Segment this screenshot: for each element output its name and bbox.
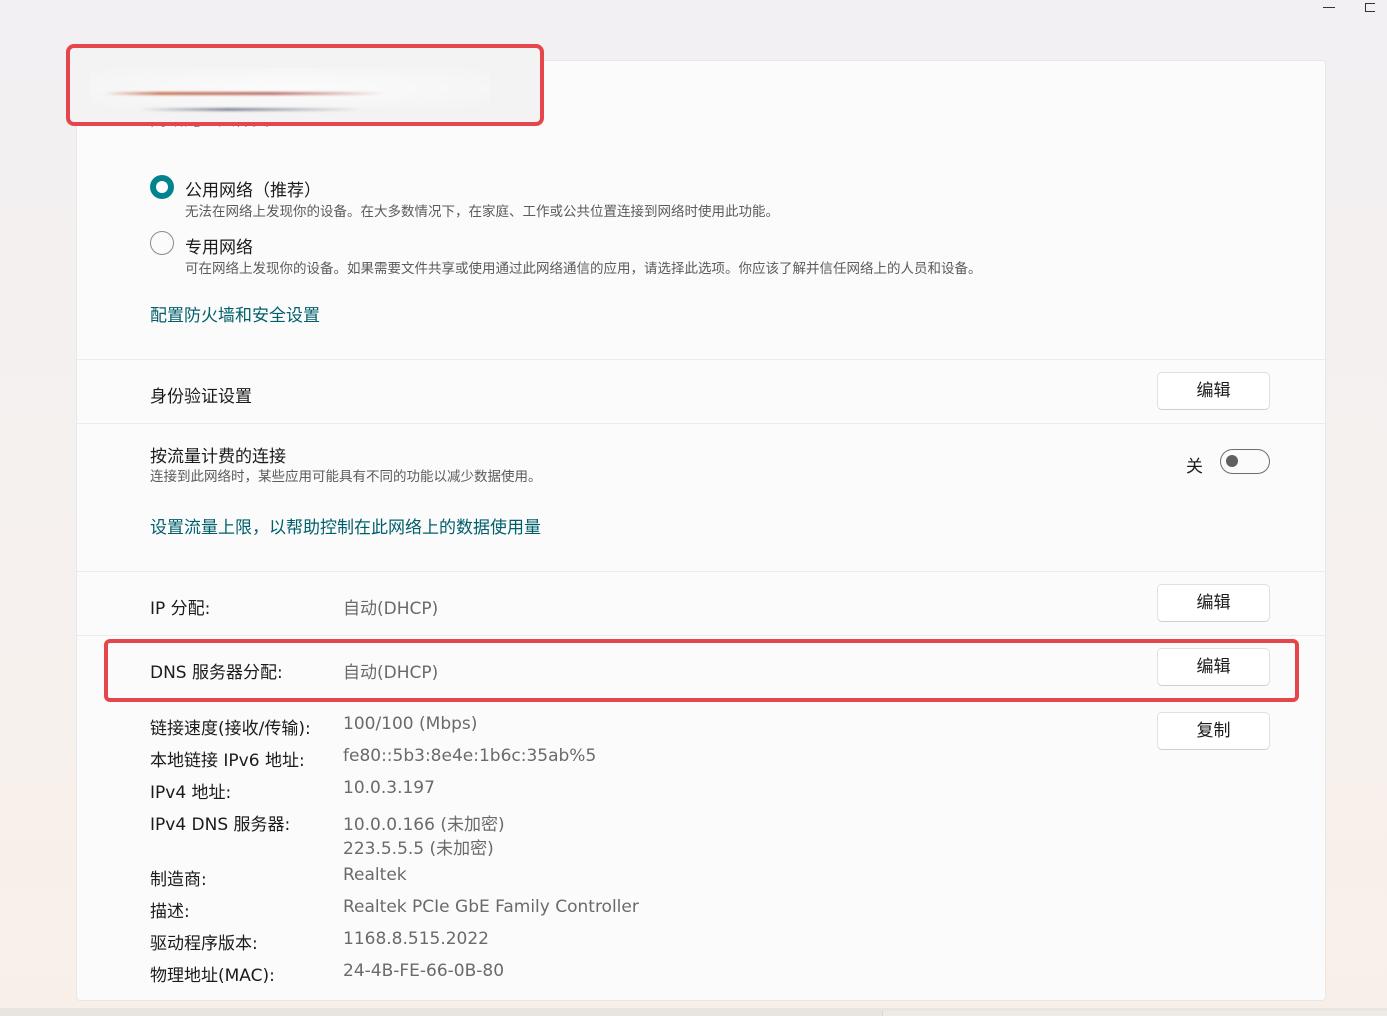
auth-edit-button[interactable]: 编辑 [1157, 372, 1270, 410]
ipv6-value: fe80::5b3:8e4e:1b6c:35ab%5 [343, 746, 597, 766]
metered-toggle-state: 关 [1186, 457, 1203, 477]
taskbar-edge [0, 1008, 1387, 1016]
divider [77, 635, 1325, 636]
link-speed-value: 100/100 (Mbps) [343, 714, 478, 734]
restore-icon[interactable] [1365, 3, 1375, 12]
manufacturer-label: 制造商: [150, 870, 207, 890]
radio-label: 专用网络 [185, 238, 253, 258]
radio-description: 可在网络上发现你的设备。如果需要文件共享或使用通过此网络通信的应用，请选择此选项… [185, 261, 982, 277]
dns-edit-button[interactable]: 编辑 [1157, 648, 1270, 686]
description-value: Realtek PCIe GbE Family Controller [343, 897, 639, 917]
firewall-settings-link[interactable]: 配置防火墙和安全设置 [150, 301, 320, 326]
radio-unselected-icon[interactable] [150, 231, 174, 255]
redacted-title-highlight [66, 44, 544, 126]
description-label: 描述: [150, 902, 190, 922]
radio-selected-icon[interactable] [150, 175, 174, 199]
metered-connection-label: 按流量计费的连接 [150, 447, 286, 467]
ipv4-dns-label: IPv4 DNS 服务器: [150, 815, 291, 835]
window-controls [1307, 0, 1387, 16]
ipv4-dns-value-1: 10.0.0.166 (未加密) [343, 815, 505, 835]
radio-label: 公用网络（推荐） [185, 181, 321, 201]
ipv4-value: 10.0.3.197 [343, 778, 435, 798]
divider [77, 571, 1325, 572]
dns-assignment-value: 自动(DHCP) [343, 663, 439, 683]
copy-button[interactable]: 复制 [1157, 712, 1270, 750]
divider [77, 359, 1325, 360]
divider [77, 423, 1325, 424]
ipv4-label: IPv4 地址: [150, 783, 232, 803]
auth-settings-label: 身份验证设置 [150, 387, 252, 407]
ip-assignment-value: 自动(DHCP) [343, 599, 439, 619]
metered-toggle[interactable] [1220, 449, 1270, 474]
data-limit-link[interactable]: 设置流量上限，以帮助控制在此网络上的数据使用量 [150, 513, 541, 538]
ipv4-dns-value-2: 223.5.5.5 (未加密) [343, 839, 494, 859]
ip-edit-button[interactable]: 编辑 [1157, 584, 1270, 622]
link-speed-label: 链接速度(接收/传输): [150, 719, 311, 739]
manufacturer-value: Realtek [343, 865, 407, 885]
driver-version-label: 驱动程序版本: [150, 934, 258, 954]
minimize-icon[interactable] [1323, 7, 1335, 8]
driver-version-value: 1168.8.515.2022 [343, 929, 490, 949]
metered-connection-description: 连接到此网络时，某些应用可能具有不同的功能以减少数据使用。 [150, 469, 542, 485]
ip-assignment-label: IP 分配: [150, 599, 211, 619]
dns-assignment-label: DNS 服务器分配: [150, 663, 283, 683]
toggle-knob [1226, 455, 1238, 467]
mac-address-label: 物理地址(MAC): [150, 966, 275, 986]
mac-address-value: 24-4B-FE-66-0B-80 [343, 961, 505, 981]
ipv6-label: 本地链接 IPv6 地址: [150, 751, 305, 771]
radio-description: 无法在网络上发现你的设备。在大多数情况下，在家庭、工作或公共位置连接到网络时使用… [185, 204, 779, 220]
